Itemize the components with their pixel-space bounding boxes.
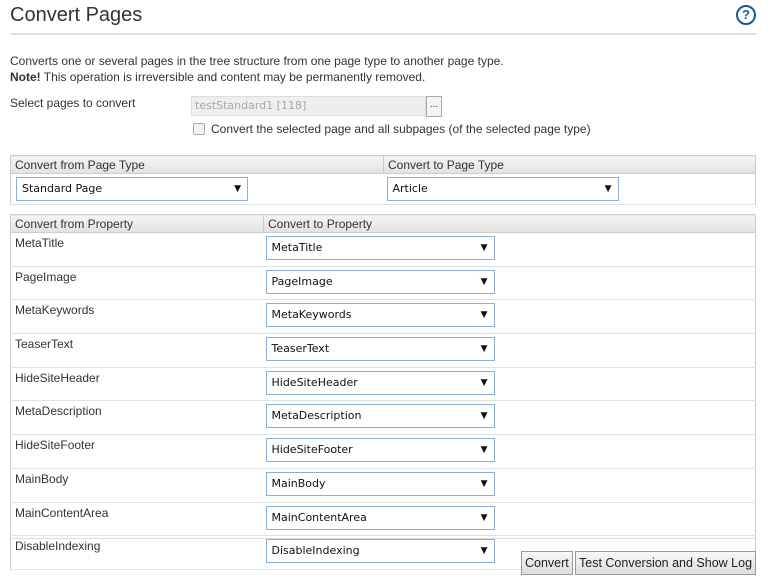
to-page-type-header: Convert to Page Type [383, 155, 756, 174]
from-property: MainContentArea [10, 502, 264, 537]
chevron-down-icon: ▼ [604, 184, 612, 194]
property-table: Convert from Property Convert to Property… [10, 214, 756, 570]
chevron-down-icon: ▼ [480, 411, 488, 422]
from-property: HideSiteHeader [10, 367, 264, 402]
select-pages-label: Select pages to convert [10, 96, 136, 110]
to-property-select[interactable]: MetaTitle ▼ [265, 236, 495, 260]
from-property: MetaTitle [10, 232, 264, 267]
to-property-value: MetaKeywords [271, 308, 352, 322]
browse-button[interactable]: ... [426, 96, 442, 117]
to-property-value: MetaDescription [271, 409, 362, 423]
to-page-type-value: Article [392, 182, 428, 195]
to-property-select[interactable]: HideSiteHeader ▼ [265, 370, 495, 395]
help-icon[interactable]: ? [736, 5, 756, 25]
to-property-value: MetaTitle [271, 241, 323, 254]
page-title: Convert Pages [10, 4, 143, 26]
chevron-down-icon: ▼ [480, 512, 488, 523]
to-property-value: HideSiteFooter [271, 443, 353, 457]
to-property-value: HideSiteHeader [271, 375, 358, 389]
chevron-down-icon: ▼ [480, 310, 488, 321]
from-page-type-header: Convert from Page Type [10, 155, 384, 174]
to-property-value: MainBody [271, 476, 326, 490]
to-property-select[interactable]: MetaDescription ▼ [265, 404, 495, 429]
chevron-down-icon: ▼ [234, 184, 241, 194]
from-property: MetaKeywords [10, 299, 264, 335]
chevron-down-icon: ▼ [480, 344, 488, 355]
property-row: MainBody MainBody ▼ [10, 468, 756, 503]
chevron-down-icon: ▼ [480, 377, 488, 388]
to-property-select[interactable]: MetaKeywords ▼ [265, 303, 495, 328]
selected-page-input[interactable]: testStandard1 [118] [191, 96, 426, 116]
from-property-header: Convert from Property [10, 214, 264, 233]
description: Converts one or several pages in the tre… [10, 53, 504, 85]
to-property-select[interactable]: TeaserText ▼ [265, 337, 495, 362]
from-page-type-value: Standard Page [22, 182, 103, 195]
to-property-select[interactable]: DisableIndexing ▼ [265, 539, 495, 564]
from-property: PageImage [10, 266, 264, 301]
to-page-type-select[interactable]: Article ▼ [386, 177, 619, 201]
to-property-header: Convert to Property [263, 214, 756, 233]
to-property-select[interactable]: MainBody ▼ [265, 471, 495, 496]
description-text: Converts one or several pages in the tre… [10, 54, 504, 68]
to-property-value: DisableIndexing [271, 544, 360, 558]
subpages-label: Convert the selected page and all subpag… [211, 122, 591, 136]
chevron-down-icon: ▼ [480, 276, 488, 287]
note-body: This operation is irreversible and conte… [40, 70, 426, 84]
property-row: PageImage PageImage ▼ [10, 266, 756, 301]
to-property-value: TeaserText [271, 342, 330, 356]
property-row: HideSiteHeader HideSiteHeader ▼ [10, 367, 756, 402]
property-row: MetaTitle MetaTitle ▼ [10, 232, 756, 267]
chevron-down-icon: ▼ [480, 445, 488, 456]
property-row: HideSiteFooter HideSiteFooter ▼ [10, 434, 756, 469]
to-property-select[interactable]: MainContentArea ▼ [265, 505, 495, 530]
note-text: Note! This operation is irreversible and… [10, 69, 504, 85]
from-page-type-select[interactable]: Standard Page ▼ [16, 177, 248, 201]
from-property: HideSiteFooter [10, 434, 264, 469]
from-property: MetaDescription [10, 400, 264, 436]
from-property: TeaserText [10, 333, 264, 368]
convert-button[interactable]: Convert [521, 551, 573, 575]
note-label: Note! [10, 70, 41, 84]
from-property: DisableIndexing [10, 535, 264, 570]
subpages-checkbox[interactable] [193, 123, 205, 135]
to-property-value: PageImage [271, 274, 333, 288]
from-property: MainBody [10, 468, 264, 503]
to-property-select[interactable]: HideSiteFooter ▼ [265, 438, 495, 463]
property-row: MainContentArea MainContentArea ▼ [10, 502, 756, 537]
chevron-down-icon: ▼ [480, 478, 488, 489]
to-property-select[interactable]: PageImage ▼ [265, 269, 495, 294]
property-row: MetaDescription MetaDescription ▼ [10, 400, 756, 436]
property-row: MetaKeywords MetaKeywords ▼ [10, 299, 756, 335]
divider [10, 33, 756, 35]
chevron-down-icon: ▼ [480, 546, 488, 557]
property-row: TeaserText TeaserText ▼ [10, 333, 756, 368]
page-type-table: Convert from Page Type Convert to Page Ty… [10, 155, 756, 205]
test-conversion-button[interactable]: Test Conversion and Show Log [575, 551, 757, 575]
divider [10, 538, 756, 539]
chevron-down-icon: ▼ [480, 243, 488, 253]
to-property-value: MainContentArea [271, 510, 367, 524]
